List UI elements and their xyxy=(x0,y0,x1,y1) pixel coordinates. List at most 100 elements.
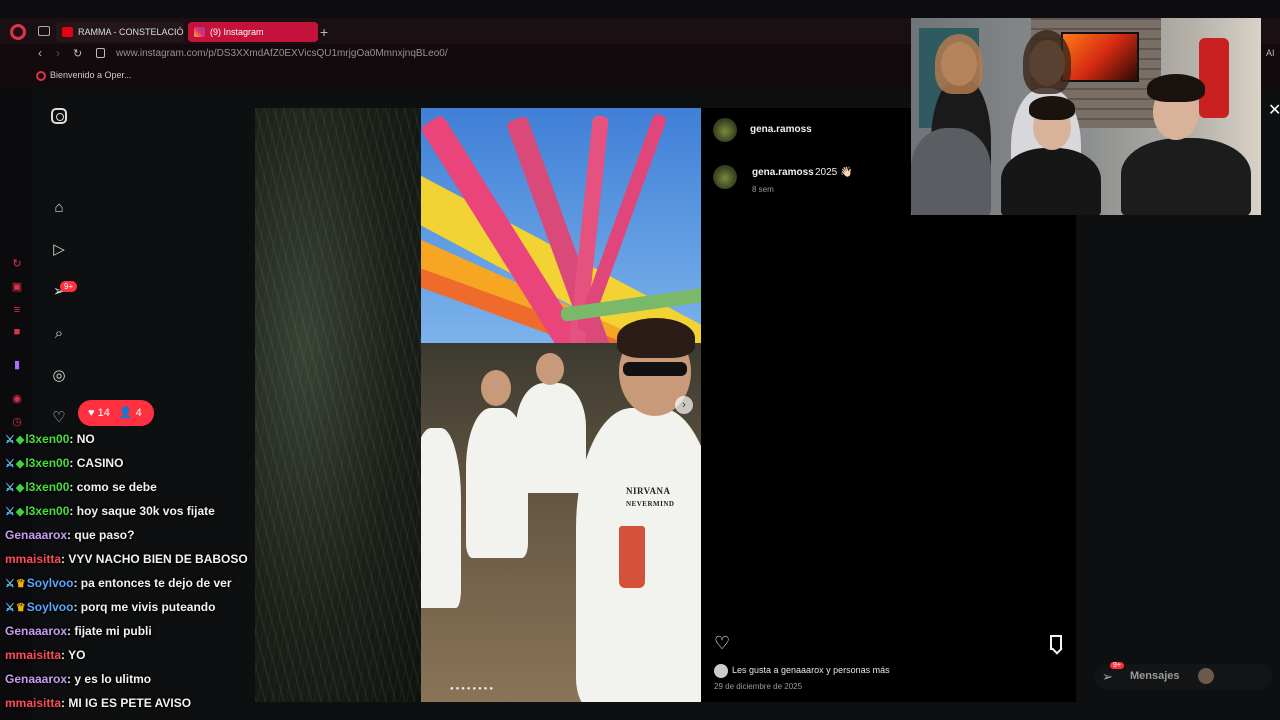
person-back-1-head xyxy=(536,353,564,385)
forward-icon[interactable]: › xyxy=(56,46,60,60)
chat-text: y es lo ulitmo xyxy=(74,672,152,686)
pill-heart-icon: ♥ xyxy=(88,407,95,419)
likes-summary[interactable]: Les gusta a genaaarox y personas más xyxy=(714,664,890,678)
chat-username[interactable]: Soylvoo xyxy=(27,576,74,590)
chat-message: mmaisitta: YO xyxy=(5,648,86,662)
gem-badge-icon: ◆ xyxy=(15,458,25,470)
person-left xyxy=(421,428,461,608)
chat-message: Genaaarox: y es lo ulitmo xyxy=(5,672,152,686)
chat-username[interactable]: Genaaarox xyxy=(5,672,67,686)
person-back-2-head xyxy=(481,370,511,406)
gem-badge-icon: ◆ xyxy=(15,434,25,446)
chat-username[interactable]: l3xen00 xyxy=(25,480,69,494)
sidebar-player-icon[interactable]: ■ xyxy=(11,326,23,338)
tab-ramma[interactable]: RAMMA - CONSTELACIÓN xyxy=(56,22,184,42)
chat-message: Genaaarox: fijate mi publi xyxy=(5,624,152,638)
chat-text: MI IG ES PETE AVISO xyxy=(68,696,192,710)
sword-badge-icon: ⚔ xyxy=(5,506,15,518)
webcam-person-4-hair xyxy=(1029,96,1075,120)
chat-username[interactable]: l3xen00 xyxy=(25,504,69,518)
chat-username[interactable]: Genaaarox xyxy=(5,528,67,542)
webcam-person-5-hair xyxy=(1147,74,1205,102)
messages-icon: ➢ xyxy=(1102,669,1113,684)
tabs-overview-icon[interactable] xyxy=(38,26,50,36)
twitch-icon[interactable]: ▮ xyxy=(11,359,23,371)
webcam-tv xyxy=(1061,32,1139,82)
webcam-person-5 xyxy=(1121,138,1251,215)
search-icon[interactable]: ⌕ xyxy=(50,325,68,343)
explore-icon[interactable]: ◎ xyxy=(50,367,68,385)
caption-username[interactable]: gena.ramoss xyxy=(752,167,814,178)
liker-avatar xyxy=(714,664,728,678)
home-icon[interactable]: ⌂ xyxy=(50,199,68,217)
new-tab-icon[interactable]: + xyxy=(320,24,328,40)
webcam-wall-art xyxy=(1199,38,1229,118)
opera-logo-icon[interactable] xyxy=(10,24,26,40)
screen: RAMMA - CONSTELACIÓN (9) Instagram + ‹ ›… xyxy=(0,0,1280,720)
tab-instagram[interactable]: (9) Instagram xyxy=(188,22,318,42)
instagram-favicon-icon xyxy=(194,27,205,37)
chat-message: ⚔◆l3xen00: CASINO xyxy=(5,456,124,470)
reels-icon[interactable]: ▷ xyxy=(50,241,68,259)
carousel-dots: ●●●●●●●● xyxy=(450,686,495,692)
chat-username[interactable]: Genaaarox xyxy=(5,624,67,638)
chat-username[interactable]: mmaisitta xyxy=(5,696,61,710)
chat-message: Genaaarox: que paso? xyxy=(5,528,135,542)
post-photo[interactable]: NIRVANA NEVERMIND xyxy=(421,108,701,702)
activity-pill[interactable]: ♥ 14 👤 4 xyxy=(78,400,154,426)
pill-user-icon: 👤 xyxy=(118,407,133,419)
chat-text: porq me vivis puteando xyxy=(80,600,216,614)
sidebar-refresh-icon[interactable]: ↻ xyxy=(11,258,23,270)
ai-button[interactable]: AI xyxy=(1266,48,1275,58)
chat-username[interactable]: l3xen00 xyxy=(25,432,69,446)
sword-badge-icon: ⚔ xyxy=(5,458,15,470)
cup xyxy=(619,526,645,588)
sidebar-record-icon[interactable]: ◉ xyxy=(11,393,23,405)
chat-message: ⚔♛Soylvoo: porq me vivis puteando xyxy=(5,600,216,614)
chat-text: fijate mi publi xyxy=(74,624,152,638)
sidebar-history-icon[interactable]: ◷ xyxy=(11,416,23,428)
webcam-person-1-hair xyxy=(935,34,983,94)
caption-avatar[interactable] xyxy=(713,165,737,189)
like-heart-icon[interactable]: ♡ xyxy=(714,634,730,652)
bookmark-welcome[interactable]: Bienvenido a Oper... xyxy=(36,70,132,81)
chat-text: que paso? xyxy=(74,528,135,542)
chat-username[interactable]: mmaisitta xyxy=(5,552,61,566)
reload-icon[interactable]: ↻ xyxy=(73,47,82,60)
close-icon[interactable]: ✕ xyxy=(1268,100,1280,120)
chat-username[interactable]: l3xen00 xyxy=(25,456,69,470)
instagram-logo-icon[interactable] xyxy=(51,108,67,124)
gem-badge-icon: ◆ xyxy=(15,506,25,518)
sidebar-bag-icon[interactable]: ▣ xyxy=(11,281,23,293)
chat-message: ⚔♛Soylvoo: pa entonces te dejo de ver xyxy=(5,576,232,590)
chat-username[interactable]: Soylvoo xyxy=(27,600,74,614)
chat-message: ⚔◆l3xen00: hoy saque 30k vos fijate xyxy=(5,504,215,518)
webcam-person-4 xyxy=(1001,148,1101,215)
sword-badge-icon: ⚔ xyxy=(5,482,15,494)
url-field[interactable]: www.instagram.com/p/DS3XXmdAfZ0EXVicsQU1… xyxy=(116,48,448,59)
crown-badge-icon: ♛ xyxy=(15,602,26,614)
pill-followers-count: 4 xyxy=(135,407,142,419)
messages-badge: 9+ xyxy=(1110,662,1124,669)
chat-text: NO xyxy=(76,432,95,446)
author-avatar[interactable] xyxy=(713,118,737,142)
sunglasses xyxy=(623,362,687,376)
chat-message: ⚔◆l3xen00: NO xyxy=(5,432,95,446)
post-date: 29 de diciembre de 2025 xyxy=(714,682,803,691)
sword-badge-icon: ⚔ xyxy=(5,578,15,590)
previous-post-backdrop xyxy=(255,108,421,702)
bookmark-icon[interactable] xyxy=(1050,635,1062,650)
next-photo-arrow-icon[interactable]: › xyxy=(675,396,693,414)
shirt-text-1: NIRVANA xyxy=(626,486,671,496)
lock-icon xyxy=(96,48,105,58)
top-strip xyxy=(0,0,1280,18)
author-username[interactable]: gena.ramoss xyxy=(750,124,812,135)
chat-username[interactable]: mmaisitta xyxy=(5,648,61,662)
notifications-heart-icon[interactable]: ♡ xyxy=(50,409,68,427)
sword-badge-icon: ⚔ xyxy=(5,434,15,446)
chat-text: como se debe xyxy=(76,480,157,494)
webcam-overlay xyxy=(911,18,1261,215)
chat-text: pa entonces te dejo de ver xyxy=(80,576,232,590)
sidebar-stack-icon[interactable]: ≡ xyxy=(11,304,23,316)
back-icon[interactable]: ‹ xyxy=(38,46,42,60)
